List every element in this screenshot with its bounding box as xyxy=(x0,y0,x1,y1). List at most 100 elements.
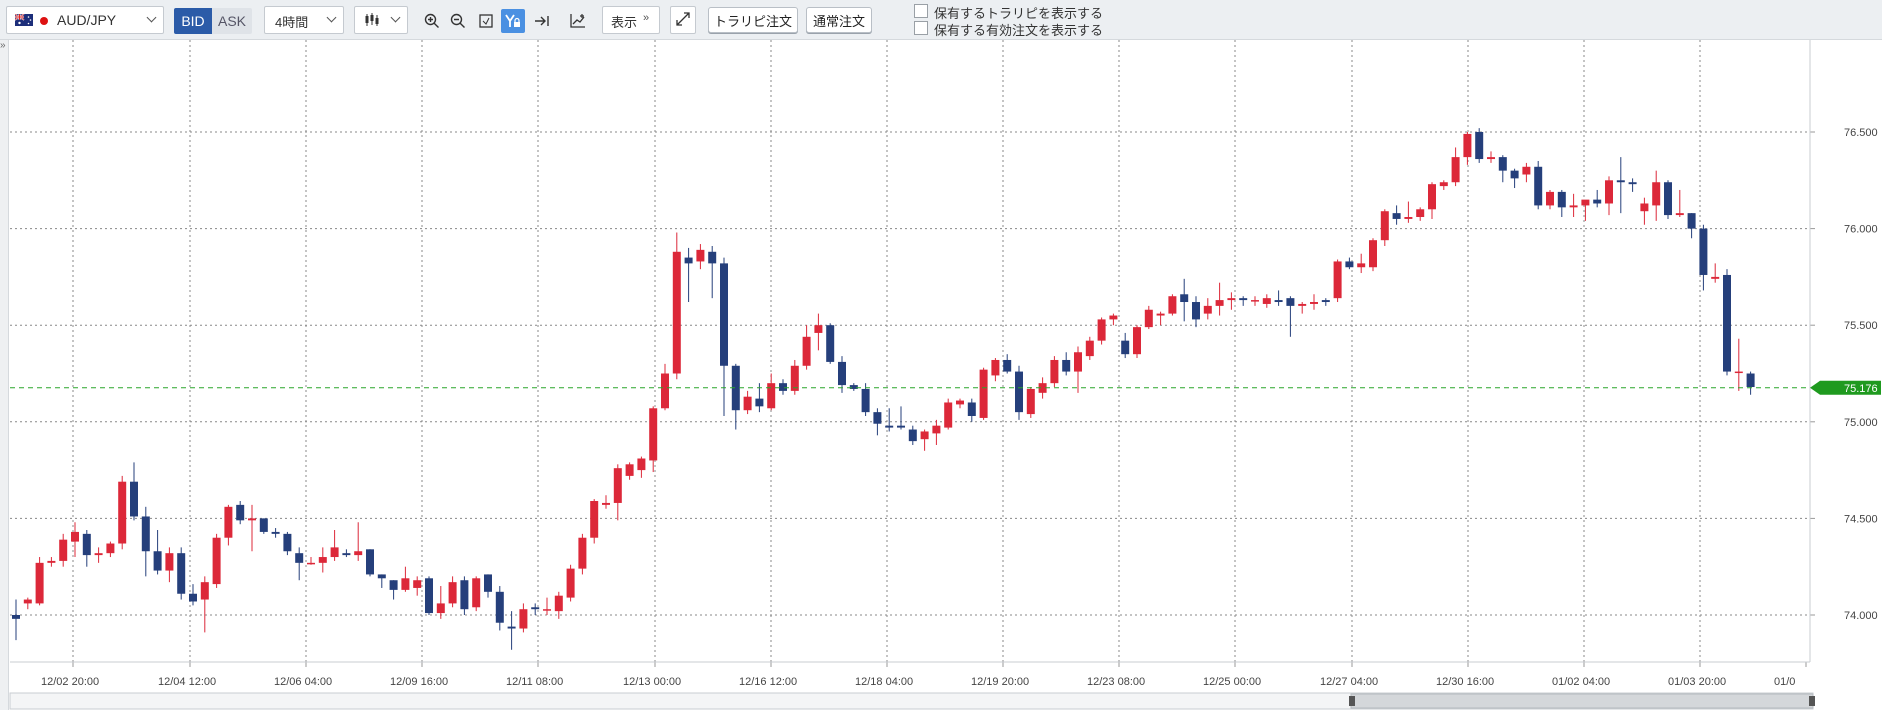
candle-body xyxy=(283,533,292,552)
candle-body xyxy=(802,336,811,366)
candle-body xyxy=(519,609,528,629)
candle-body xyxy=(554,595,563,612)
range-handle-right[interactable] xyxy=(1809,696,1815,706)
candle-body xyxy=(472,578,481,608)
range-handle-left[interactable] xyxy=(1349,696,1355,706)
show-active-orders-label: 保有する有効注文を表示する xyxy=(934,23,1104,38)
candle-body xyxy=(991,359,1000,376)
candle-body xyxy=(1463,133,1472,158)
show-active-orders-checkbox[interactable] xyxy=(914,21,928,35)
candle xyxy=(259,518,268,534)
candle-body xyxy=(259,518,268,532)
x-tick-label: 12/16 12:00 xyxy=(739,676,797,688)
candle-body xyxy=(625,464,634,476)
candle-body xyxy=(1557,191,1566,208)
candle-body xyxy=(248,518,256,521)
candle-body xyxy=(200,582,209,600)
candle-body xyxy=(838,361,846,386)
candle-body xyxy=(779,383,787,391)
chart-toolbar: AUD/JPY BID ASK 4時間 表示 » トラリピ注文 通常注文 保有す… xyxy=(0,0,1882,40)
y-axis-labels: 76.500 76.000 75.500 75.000 74.500 74.000 xyxy=(1844,127,1878,622)
candle-body xyxy=(1451,157,1460,183)
x-tick-label: 12/27 04:00 xyxy=(1320,676,1378,688)
display-menu[interactable]: 表示 » xyxy=(602,6,660,34)
candle-body xyxy=(885,425,894,428)
candle-body xyxy=(743,396,752,411)
chevron-down-icon xyxy=(146,12,157,23)
candle-body xyxy=(1628,182,1637,185)
chart-type-select[interactable] xyxy=(354,6,408,34)
candle-body xyxy=(1262,298,1271,304)
fullscreen-button[interactable] xyxy=(670,6,696,34)
candle-body xyxy=(389,580,398,590)
candle-body xyxy=(649,408,658,461)
candle xyxy=(1534,160,1543,210)
candle-body xyxy=(377,574,386,579)
candle-body xyxy=(507,626,516,629)
candle xyxy=(118,475,127,550)
candle-body xyxy=(1062,359,1071,372)
x-tick-label: 12/04 12:00 xyxy=(158,676,216,688)
zoom-out-icon[interactable] xyxy=(446,9,470,33)
normal-order-button[interactable]: 通常注文 xyxy=(806,7,872,33)
x-tick-label: 01/0 xyxy=(1774,676,1795,688)
candle-body xyxy=(1097,319,1106,341)
candle-body xyxy=(814,325,823,333)
candle-body xyxy=(1192,302,1200,320)
ask-toggle[interactable]: ASK xyxy=(212,8,252,34)
candle-body xyxy=(1616,180,1625,183)
y-tick-label: 74.500 xyxy=(1844,513,1878,525)
candle xyxy=(826,323,835,364)
candle-body xyxy=(1487,157,1495,160)
candle xyxy=(590,499,599,544)
show-trailing-positions-checkbox[interactable] xyxy=(914,4,928,18)
candle-body xyxy=(35,562,44,604)
candle-body xyxy=(141,516,150,552)
candle-body xyxy=(1711,276,1720,279)
currency-pair-select[interactable]: AUD/JPY xyxy=(6,6,164,34)
x-tick-label: 01/02 04:00 xyxy=(1552,676,1610,688)
candle-body xyxy=(897,425,905,428)
range-scrollbar-thumb[interactable] xyxy=(1350,693,1814,709)
candle-body xyxy=(1664,182,1672,216)
candle-body xyxy=(956,400,964,405)
candle-body xyxy=(1180,294,1189,303)
y-tick-label: 75.500 xyxy=(1844,320,1878,332)
x-tick-label: 01/03 20:00 xyxy=(1668,676,1726,688)
candle-body xyxy=(153,551,162,571)
candle-body xyxy=(484,574,492,592)
candle-body xyxy=(1534,166,1543,206)
candle-body xyxy=(944,402,953,428)
zoom-in-icon[interactable] xyxy=(420,9,444,33)
candle-body xyxy=(118,481,127,544)
candle-body xyxy=(1369,240,1377,268)
candle-body xyxy=(1428,184,1436,210)
chevron-double-down-icon: » xyxy=(643,12,650,24)
candle-body xyxy=(413,580,422,588)
candle-body xyxy=(47,560,56,563)
candle-body xyxy=(1416,209,1425,218)
bid-toggle[interactable]: BID xyxy=(174,8,212,34)
candle-body xyxy=(1156,313,1165,316)
candle-body xyxy=(932,425,941,434)
candle-body xyxy=(1333,261,1342,299)
scroll-to-latest-icon[interactable] xyxy=(530,9,554,33)
candle-body xyxy=(1687,213,1696,229)
candle-body xyxy=(755,398,764,407)
price-chart[interactable]: 76.500 76.000 75.500 75.000 74.500 74.000 12/… xyxy=(0,40,1882,715)
fit-screen-icon[interactable] xyxy=(474,9,498,33)
candle-body xyxy=(613,468,622,503)
candle-body xyxy=(224,506,233,538)
y-axis-lock-icon[interactable] xyxy=(501,9,525,33)
candle-body xyxy=(1321,300,1330,303)
candle-body xyxy=(71,531,79,542)
candle-body xyxy=(1475,132,1484,160)
display-menu-label: 表示 xyxy=(611,15,638,30)
timeframe-select[interactable]: 4時間 xyxy=(264,6,344,34)
candle-body xyxy=(1380,211,1389,241)
indicator-add-icon[interactable] xyxy=(566,9,590,33)
candle-body xyxy=(566,568,575,598)
candle xyxy=(578,533,587,575)
candle xyxy=(1026,387,1035,418)
trailing-order-button[interactable]: トラリピ注文 xyxy=(708,7,798,33)
